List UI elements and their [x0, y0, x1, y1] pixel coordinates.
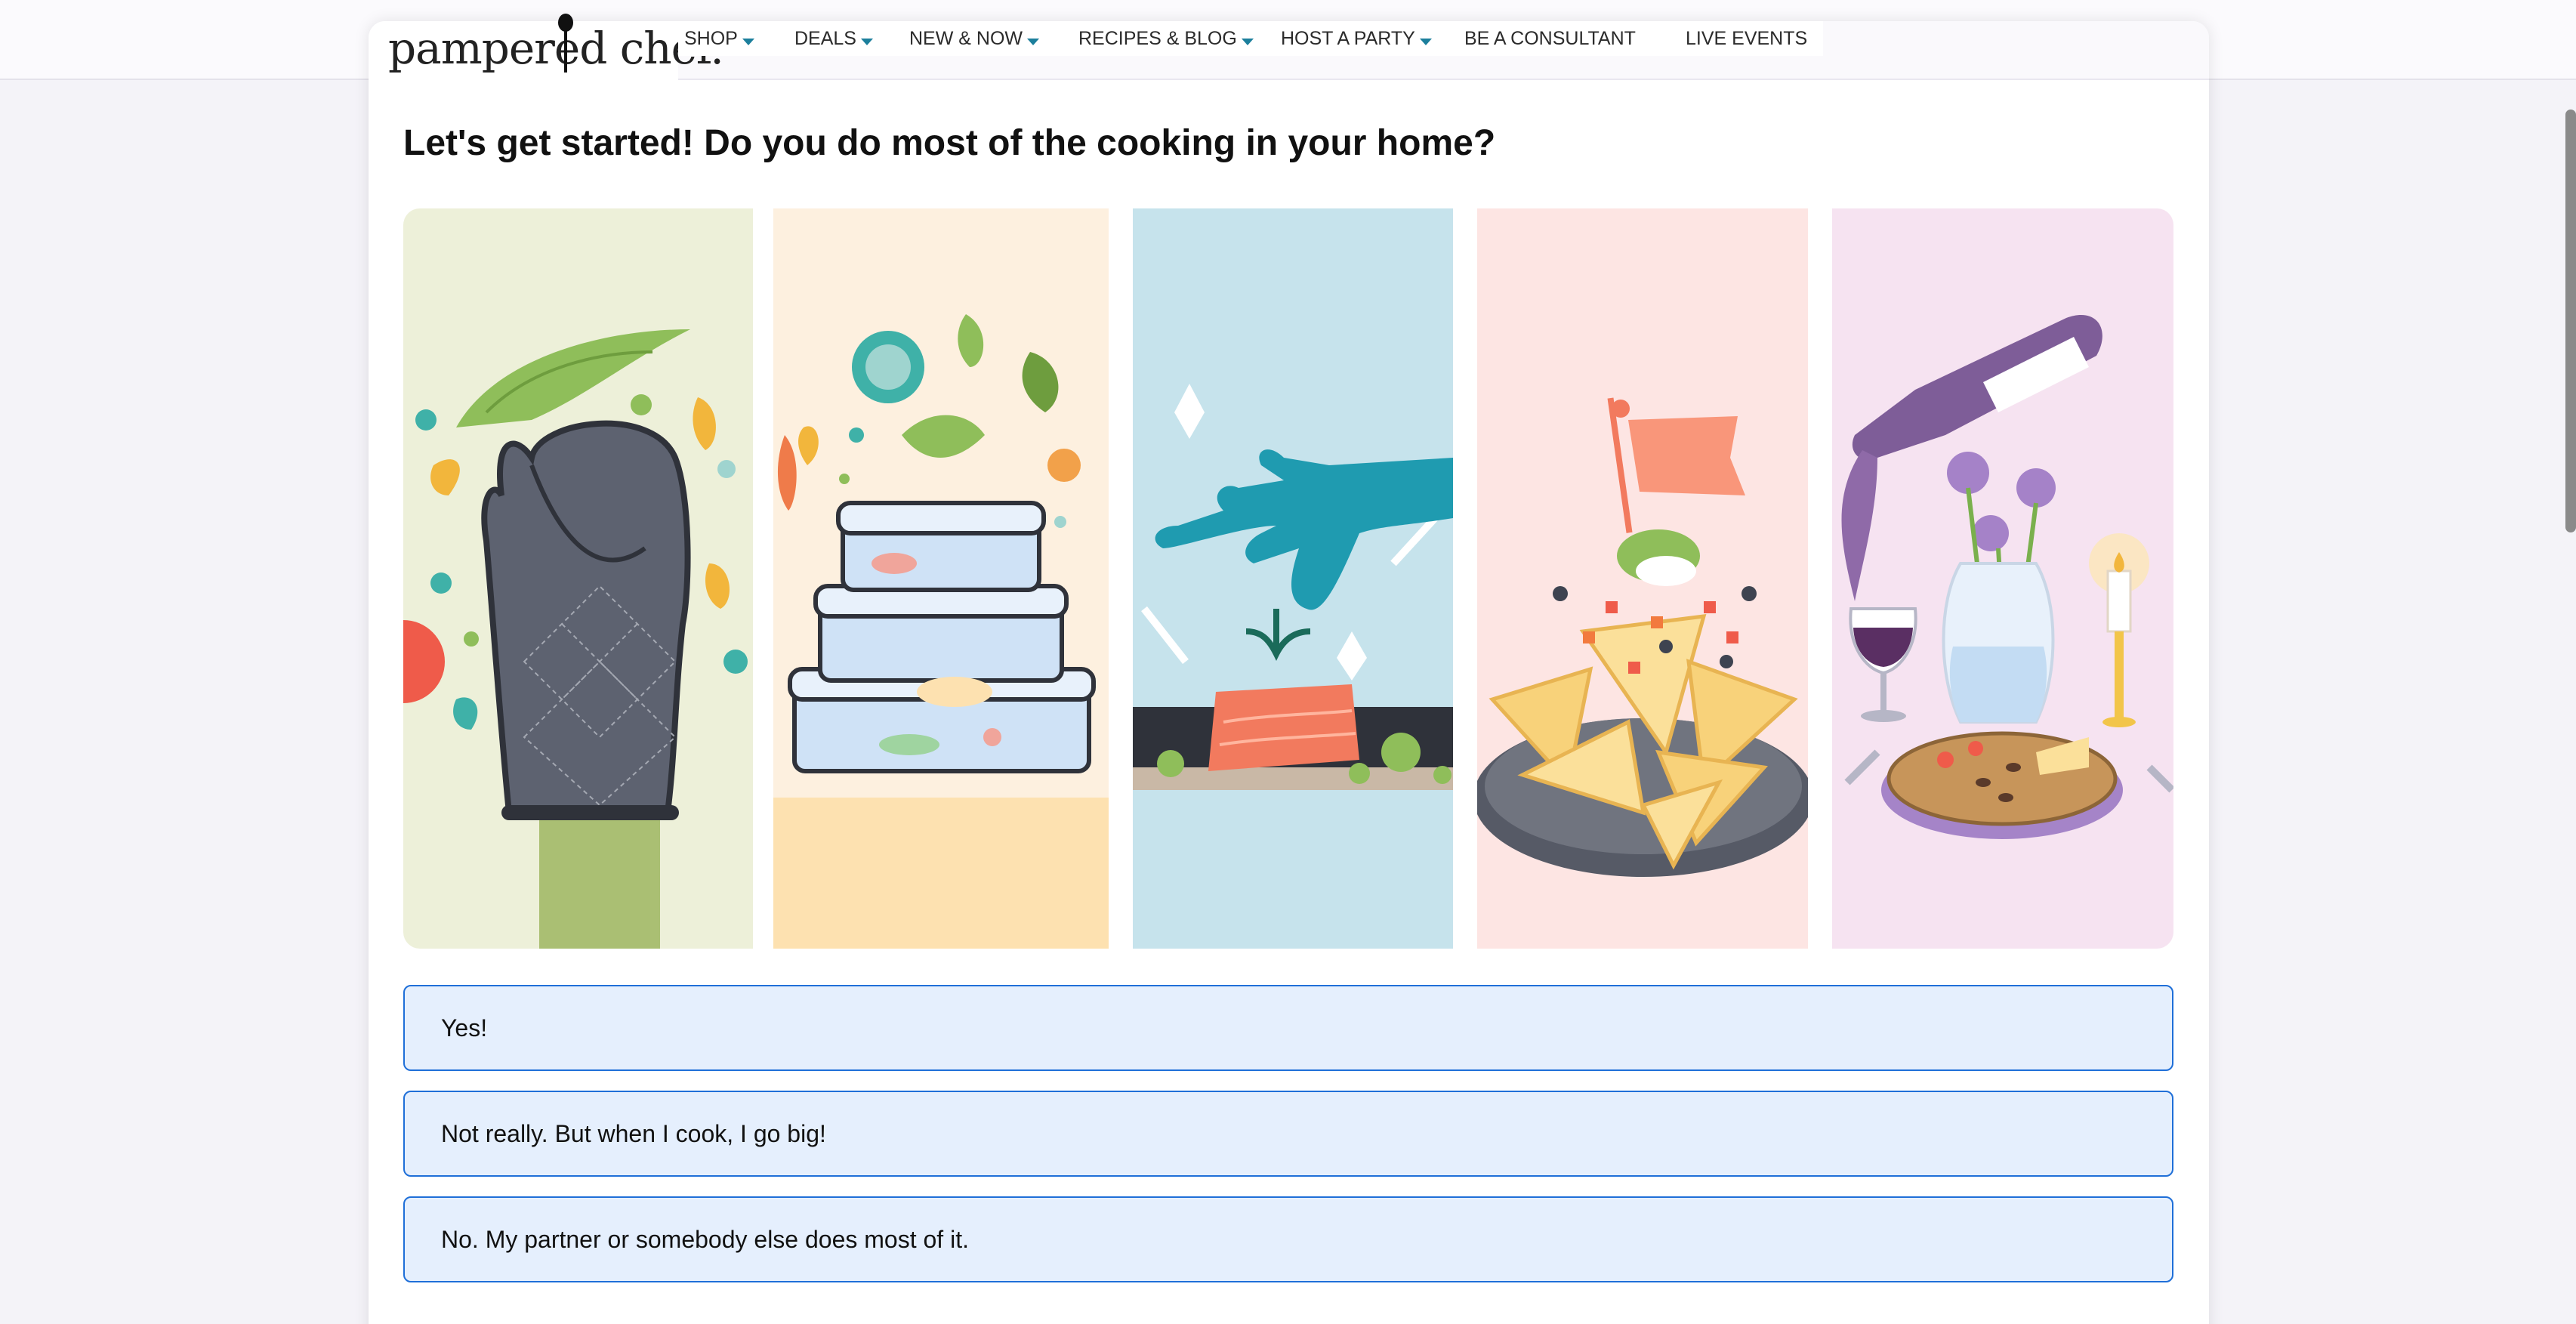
quiz-question: Let's get started! Do you do most of the… [403, 123, 1496, 163]
spoon-logo-icon [558, 14, 573, 73]
nav-recipes-blog[interactable]: RECIPES & BLOG [1078, 21, 1254, 56]
main-nav: SHOP DEALS NEW & NOW RECIPES & BLOG HOST… [678, 21, 1823, 56]
nav-label: SHOP [684, 27, 738, 49]
nav-label: BE A CONSULTANT [1464, 27, 1636, 49]
wine-and-charcuterie-icon [1841, 315, 2173, 839]
answer-option-not-really[interactable]: Not really. But when I cook, I go big! [403, 1091, 2173, 1177]
panel-wine [1832, 208, 2173, 949]
panel-oven-mitt [403, 208, 753, 949]
chevron-down-icon [1027, 38, 1039, 45]
answer-option-yes[interactable]: Yes! [403, 985, 2173, 1071]
oven-mitt-icon [403, 329, 748, 949]
quiz-illustration [403, 208, 2173, 949]
chevron-down-icon [860, 38, 873, 45]
nav-label: DEALS [794, 27, 856, 49]
answer-label: Not really. But when I cook, I go big! [441, 1119, 826, 1147]
nav-deals[interactable]: DEALS [794, 21, 873, 56]
nav-new-now[interactable]: NEW & NOW [909, 21, 1039, 56]
chevron-down-icon [742, 38, 754, 45]
nav-label: NEW & NOW [909, 27, 1023, 49]
nachos-platter-icon [1473, 397, 1813, 877]
nav-be-a-consultant[interactable]: BE A CONSULTANT [1464, 21, 1636, 56]
answer-label: Yes! [441, 1014, 488, 1042]
pampered-chef-logo[interactable]: pampered chef. [388, 6, 724, 74]
chevron-down-icon [1241, 38, 1254, 45]
nav-label: RECIPES & BLOG [1078, 27, 1237, 49]
nav-shop[interactable]: SHOP [684, 21, 754, 56]
panel-salmon [1133, 208, 1453, 949]
nav-live-events[interactable]: LIVE EVENTS [1686, 21, 1807, 56]
panel-nachos [1473, 208, 1813, 949]
nav-label: HOST A PARTY [1281, 27, 1415, 49]
panel-containers [773, 208, 1109, 949]
food-storage-containers-icon [773, 314, 1109, 949]
nav-label: LIVE EVENTS [1686, 27, 1808, 49]
nav-host-a-party[interactable]: HOST A PARTY [1281, 21, 1432, 56]
page-scrollbar[interactable] [2565, 110, 2576, 532]
answer-option-no[interactable]: No. My partner or somebody else does mos… [403, 1196, 2173, 1282]
chevron-down-icon [1419, 38, 1432, 45]
hand-garnishing-salmon-icon [1133, 384, 1453, 790]
answer-label: No. My partner or somebody else does mos… [441, 1225, 969, 1253]
